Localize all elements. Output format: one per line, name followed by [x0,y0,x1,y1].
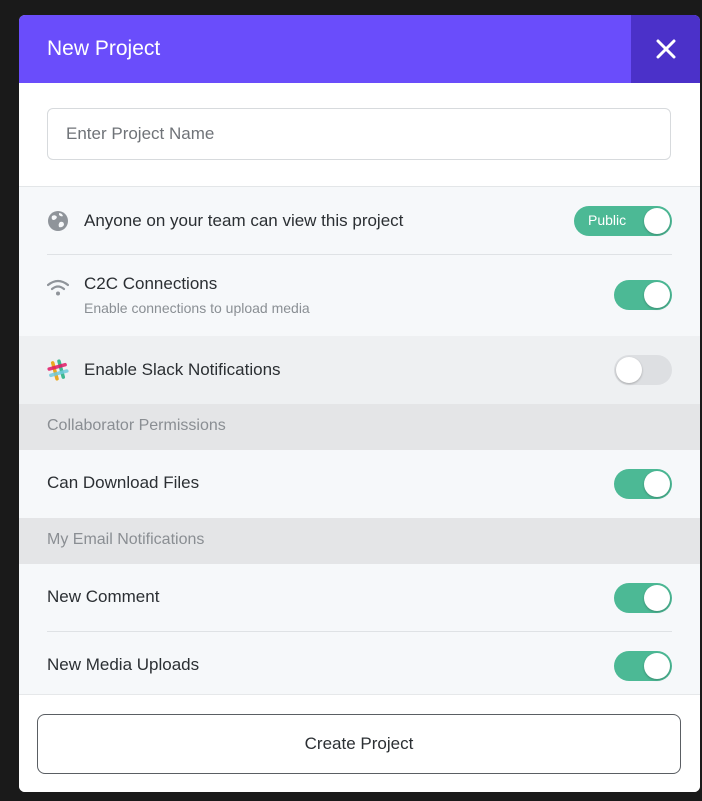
can-download-toggle[interactable] [614,469,672,499]
toggle-knob [644,208,670,234]
close-icon [656,39,675,59]
project-name-section [19,83,700,187]
c2c-toggle[interactable] [614,280,672,310]
slack-row: Enable Slack Notifications [19,336,700,404]
visibility-row: Anyone on your team can view this projec… [19,187,700,255]
close-button[interactable] [631,15,700,83]
c2c-sublabel: Enable connections to upload media [84,300,310,316]
public-toggle-label: Public [588,212,627,228]
collaborator-permissions-heading: Collaborator Permissions [19,404,700,450]
modal-footer: Create Project [19,694,700,792]
c2c-label: C2C Connections [84,274,218,293]
toggle-knob [644,653,670,679]
wifi-icon [47,277,69,299]
slack-icon [47,359,69,381]
section-title: Collaborator Permissions [47,417,226,434]
new-comment-toggle[interactable] [614,583,672,613]
toggle-knob [644,282,670,308]
new-media-toggle[interactable] [614,651,672,681]
new-media-label: New Media Uploads [47,655,200,674]
new-comment-row: New Comment [19,564,700,632]
c2c-row: C2C Connections Enable connections to up… [19,255,700,336]
modal-title: New Project [47,37,161,60]
section-title: My Email Notifications [47,531,205,548]
new-comment-label: New Comment [47,587,160,606]
can-download-label: Can Download Files [47,473,200,492]
project-name-input[interactable] [47,108,671,160]
public-toggle[interactable]: Public [574,206,672,236]
globe-icon [47,210,69,232]
visibility-label: Anyone on your team can view this projec… [84,211,404,230]
slack-toggle[interactable] [614,355,672,385]
email-notifications-heading: My Email Notifications [19,518,700,564]
toggle-knob [644,471,670,497]
slack-label: Enable Slack Notifications [84,360,281,379]
toggle-knob [644,585,670,611]
create-project-button[interactable]: Create Project [37,714,681,774]
toggle-knob [616,357,642,383]
new-media-row: New Media Uploads [19,632,700,700]
new-project-modal: New Project Anyone on your team can view… [19,15,700,792]
modal-header: New Project [19,15,700,83]
can-download-row: Can Download Files [19,450,700,518]
